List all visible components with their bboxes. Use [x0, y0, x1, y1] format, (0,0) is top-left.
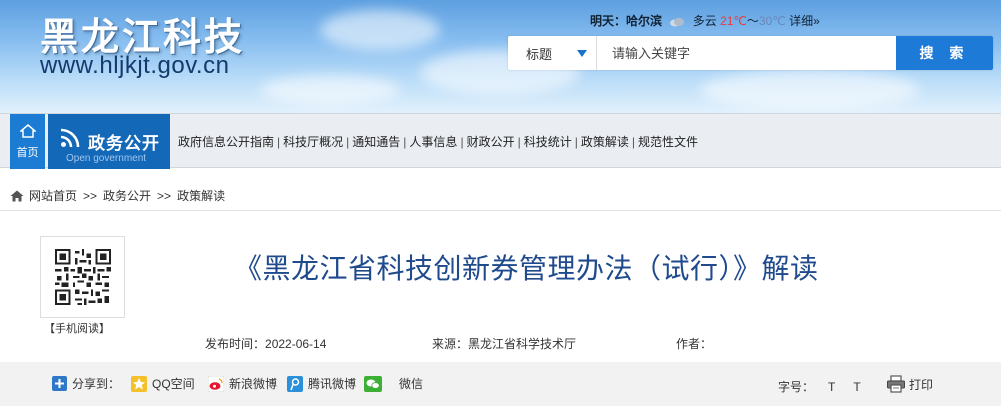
site-header: 黑龙江科技 www.hljkjt.gov.cn 明天：哈尔滨 多云 21℃～30…: [0, 0, 1001, 113]
share-wechat-label: 微信: [399, 377, 424, 391]
home-tab-label: 首页: [16, 146, 39, 159]
weibo-icon: [208, 375, 224, 392]
cloudy-weather-icon: [670, 17, 685, 27]
weather-city: 哈尔滨: [626, 14, 663, 28]
search-divider: [596, 36, 597, 70]
nav-link-disclosure-guide[interactable]: 政府信息公开指南: [178, 135, 274, 149]
home-tab[interactable]: 首页: [10, 114, 45, 169]
weather-temp-separator: ～: [746, 14, 759, 28]
nav-link-policy-interpretation[interactable]: 政策解读: [581, 135, 629, 149]
nav-link-notices[interactable]: 通知通告: [352, 135, 400, 149]
nav-separator: |: [277, 135, 281, 149]
qr-code: [40, 236, 125, 318]
weather-temp-high: 21℃: [720, 14, 747, 28]
weather-temp-low: 30℃: [758, 14, 786, 28]
cloud-decoration: [700, 70, 920, 110]
weather-day-label: 明天：: [590, 14, 627, 28]
nav-link-finance[interactable]: 财政公开: [467, 135, 515, 149]
share-tencent-weibo-label: 腾讯微博: [308, 377, 357, 391]
nav-link-personnel[interactable]: 人事信息: [409, 135, 457, 149]
breadcrumb-separator: >>: [83, 188, 98, 203]
plus-icon: [52, 376, 67, 391]
share-weibo-button[interactable]: 新浪微博: [208, 375, 277, 392]
font-size-large-button[interactable]: T: [828, 380, 835, 394]
publish-date-label: 发布时间：: [205, 337, 266, 351]
cloud-decoration: [260, 75, 400, 105]
source-value: 黑龙江省科学技术厅: [468, 337, 577, 351]
nav-link-statistics[interactable]: 科技统计: [524, 135, 572, 149]
qr-code-icon: [54, 249, 111, 305]
share-bar: 分享到： QQ空间 新浪微博 腾讯微博 微信 字号： T T 打印: [0, 362, 1001, 406]
qr-code-label: 【手机阅读】: [44, 323, 110, 335]
search-category-select[interactable]: 标题: [508, 36, 593, 70]
share-qzone-button[interactable]: QQ空间: [131, 375, 195, 392]
nav-separator: |: [403, 135, 407, 149]
home-icon: [19, 123, 36, 138]
site-url: www.hljkjt.gov.cn: [40, 52, 230, 79]
search-input[interactable]: [598, 36, 896, 70]
author-label: 作者：: [676, 337, 713, 351]
share-label[interactable]: 分享到：: [52, 375, 120, 392]
publish-date-value: 2022-06-14: [265, 337, 327, 351]
nav-separator: |: [346, 135, 350, 149]
qzone-icon: [131, 375, 147, 392]
section-subtitle: Open government: [66, 153, 147, 164]
nav-separator: |: [517, 135, 521, 149]
nav-separator: |: [631, 135, 635, 149]
share-tencent-weibo-button[interactable]: 腾讯微博: [287, 375, 356, 392]
dropdown-arrow-icon: [577, 50, 587, 57]
weather-widget: 明天：哈尔滨 多云 21℃～30℃ 详细»: [590, 12, 820, 29]
printer-icon: [887, 375, 905, 393]
nav-links: 政府信息公开指南 | 科技厅概况 | 通知通告 | 人事信息 | 财政公开 | 科技统计 | 政策解读 |…: [178, 133, 698, 150]
article-title: 《黑龙江省科技创新券管理办法（试行）》解读: [234, 253, 819, 284]
article-author: 作者：: [676, 335, 712, 352]
share-qzone-label: QQ空间: [152, 377, 195, 391]
breadcrumb-policy-interpretation[interactable]: 政策解读: [177, 187, 225, 204]
font-size-label: 字号：: [778, 380, 815, 394]
tencent-weibo-icon: [287, 375, 303, 392]
rss-icon: [60, 128, 80, 148]
search-category-value: 标题: [526, 46, 553, 62]
share-label-text: 分享到：: [72, 377, 121, 391]
main-nav: 首页 政务公开 Open government 政府信息公开指南 | 科技厅概况 | 通…: [0, 113, 1001, 169]
search-button[interactable]: 搜 索: [896, 36, 993, 70]
print-label: 打印: [909, 377, 934, 392]
section-title: 政务公开: [88, 134, 160, 153]
print-button[interactable]: 打印: [886, 375, 933, 393]
search-bar: 标题 搜 索: [508, 36, 993, 70]
breadcrumb-home[interactable]: 网站首页: [29, 187, 77, 204]
house-icon: [10, 190, 24, 201]
share-weibo-label: 新浪微博: [229, 377, 278, 391]
cloud-decoration: [320, 10, 440, 50]
nav-link-normative-documents[interactable]: 规范性文件: [638, 135, 698, 149]
weather-condition: 多云: [692, 14, 717, 28]
article-source: 来源：黑龙江省科学技术厅: [432, 335, 576, 352]
share-wechat-button[interactable]: 微信: [364, 375, 423, 392]
font-size-small-button[interactable]: T: [853, 380, 860, 394]
breadcrumb: 网站首页 >> 政务公开 >> 政策解读: [10, 187, 225, 204]
breadcrumb-open-government[interactable]: 政务公开: [103, 187, 151, 204]
breadcrumb-divider: [0, 210, 1001, 211]
nav-separator: |: [460, 135, 464, 149]
nav-link-department-overview[interactable]: 科技厅概况: [283, 135, 343, 149]
breadcrumb-separator: >>: [157, 188, 172, 203]
nav-separator: |: [574, 135, 578, 149]
font-size-control: 字号： T T: [778, 378, 861, 395]
section-tab-open-government[interactable]: 政务公开 Open government: [48, 114, 170, 169]
source-label: 来源：: [432, 337, 469, 351]
wechat-icon: [364, 375, 382, 392]
publish-date: 发布时间：2022-06-14: [205, 335, 326, 352]
weather-details-link[interactable]: 详细»: [789, 14, 820, 28]
